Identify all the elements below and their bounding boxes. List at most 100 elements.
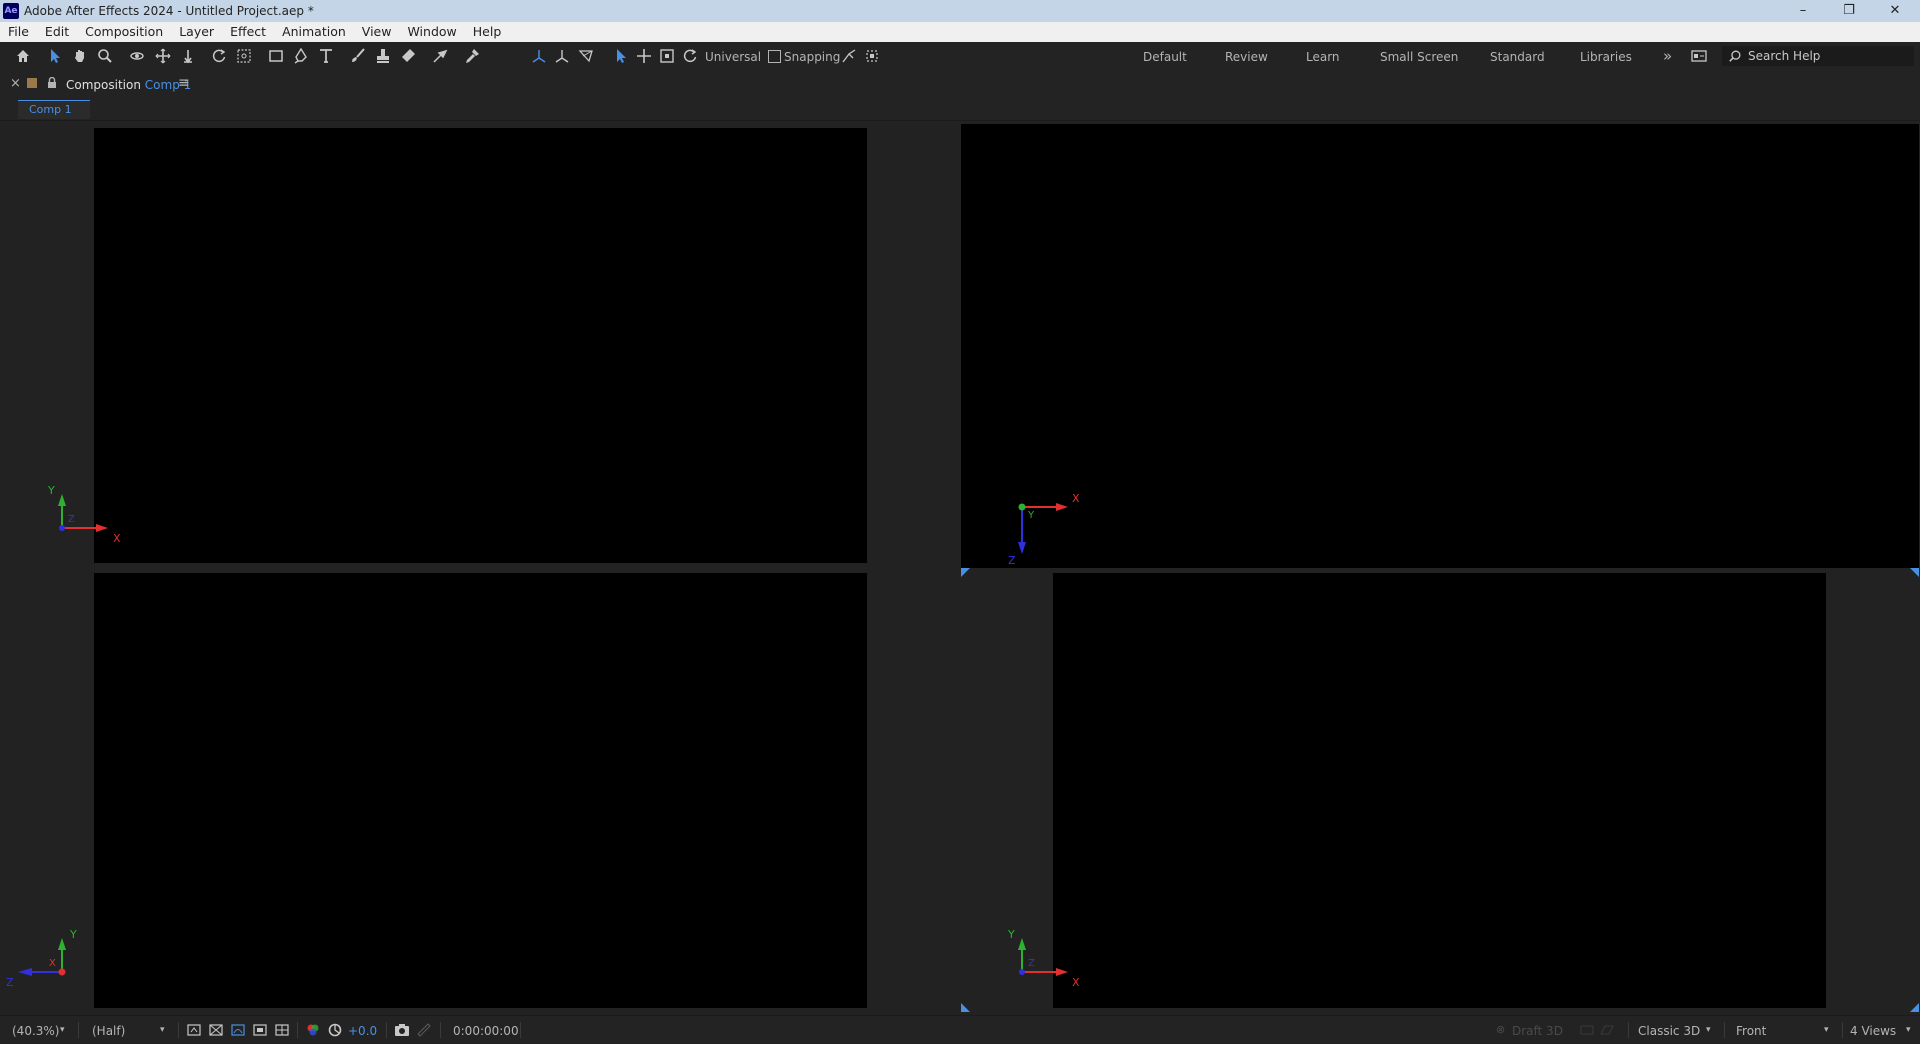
axis-y-label: Y (1008, 928, 1015, 941)
type-tool-icon[interactable] (315, 45, 337, 67)
menu-effect[interactable]: Effect (222, 22, 274, 42)
active-view-corner-bl (961, 1003, 970, 1012)
magnification-dropdown[interactable]: (40.3%) ▾ (8, 1020, 72, 1040)
universal-scale-icon[interactable] (656, 45, 678, 67)
comp-navigator-tab[interactable]: Comp 1 (18, 100, 90, 119)
workspace-panel-icon[interactable] (1688, 45, 1710, 67)
roto-brush-tool-icon[interactable] (429, 45, 451, 67)
menu-file[interactable]: File (0, 22, 37, 42)
workspace-overflow-icon[interactable]: » (1663, 47, 1672, 65)
composition-viewer[interactable]: Y Z X X Y Z Y X Z Y Z X (0, 122, 1920, 1015)
ground-plane-icon[interactable] (1596, 1019, 1618, 1041)
puppet-pin-tool-icon[interactable] (461, 45, 483, 67)
3d-view-dropdown[interactable]: Front ▾ (1730, 1020, 1836, 1040)
draft-3d-icon: ⊗ (1496, 1023, 1506, 1036)
axis-x-label: X (1072, 976, 1080, 989)
lock-icon[interactable] (46, 76, 58, 92)
axis-z-label: Z (6, 976, 14, 989)
pen-tool-icon[interactable] (290, 45, 312, 67)
channel-rgb-icon[interactable] (302, 1019, 324, 1041)
close-window-button[interactable]: ✕ (1872, 0, 1918, 22)
view-bottom-right[interactable] (1053, 573, 1826, 1008)
menu-view[interactable]: View (354, 22, 400, 42)
workspace-standard[interactable]: Standard (1490, 50, 1545, 64)
snap-to-edges-icon[interactable] (861, 45, 883, 67)
maximize-button[interactable]: ❐ (1826, 0, 1872, 22)
search-help-field[interactable]: Search Help (1722, 46, 1914, 66)
menu-composition[interactable]: Composition (77, 22, 171, 42)
dolly-camera-icon[interactable] (177, 45, 199, 67)
menu-window[interactable]: Window (399, 22, 464, 42)
active-view-corner-tl (961, 568, 970, 577)
axis-gizmo-bottom-left: Y X Z (4, 892, 94, 992)
clone-stamp-tool-icon[interactable] (372, 45, 394, 67)
snapshot-camera-icon[interactable] (391, 1019, 413, 1041)
resolution-value: (Half) (92, 1024, 126, 1038)
world-axis-mode-icon[interactable] (551, 45, 573, 67)
axis-x-label: X (49, 958, 56, 969)
snapping-checkbox[interactable] (768, 50, 781, 63)
workspace-default[interactable]: Default (1143, 50, 1187, 64)
brush-tool-icon[interactable] (347, 45, 369, 67)
universal-select-icon[interactable] (610, 45, 632, 67)
view-top-right[interactable] (961, 124, 1919, 568)
composition-tab[interactable]: Composition Comp 1 (66, 78, 191, 92)
eraser-tool-icon[interactable] (397, 45, 419, 67)
renderer-dropdown[interactable]: Classic 3D ▾ (1634, 1020, 1716, 1040)
zoom-tool-icon[interactable] (94, 45, 116, 67)
transparency-grid-icon[interactable] (205, 1019, 227, 1041)
menu-help[interactable]: Help (465, 22, 510, 42)
panel-color-label[interactable] (27, 78, 37, 88)
exposure-reset-icon[interactable] (324, 1019, 346, 1041)
universal-rotate-icon[interactable] (679, 45, 701, 67)
region-of-interest-icon[interactable] (249, 1019, 271, 1041)
menu-animation[interactable]: Animation (274, 22, 354, 42)
local-axis-mode-icon[interactable] (528, 45, 550, 67)
show-snapshot-icon[interactable] (413, 1019, 435, 1041)
current-time-display[interactable]: 0:00:00:00 (453, 1024, 519, 1038)
pan-camera-icon[interactable] (152, 45, 174, 67)
workspace-libraries[interactable]: Libraries (1580, 50, 1632, 64)
menu-bar: File Edit Composition Layer Effect Anima… (0, 22, 1920, 42)
snapping-options-icon[interactable] (838, 45, 860, 67)
mask-visibility-icon[interactable] (227, 1019, 249, 1041)
exposure-value[interactable]: +0.0 (348, 1024, 377, 1038)
rotation-tool-icon[interactable] (208, 45, 230, 67)
workspace-small-screen[interactable]: Small Screen (1380, 50, 1458, 64)
resolution-dropdown[interactable]: (Half) ▾ (88, 1020, 172, 1040)
extended-viewer-icon[interactable] (1576, 1019, 1598, 1041)
menu-layer[interactable]: Layer (171, 22, 222, 42)
title-bar: Ae Adobe After Effects 2024 - Untitled P… (0, 0, 1920, 22)
snapping-label[interactable]: Snapping (784, 50, 840, 64)
view-axis-mode-icon[interactable] (575, 45, 597, 67)
selection-tool-icon[interactable] (44, 45, 66, 67)
viewer-bottom-bar: (40.3%) ▾ (Half) ▾ +0.0 0:00:00:00 ⊗ Dra… (0, 1015, 1920, 1044)
axis-z-label: Z (68, 514, 75, 525)
draft-3d-toggle[interactable]: ⊗ Draft 3D (1492, 1020, 1568, 1040)
workspace-review[interactable]: Review (1225, 50, 1268, 64)
workspace-learn[interactable]: Learn (1306, 50, 1340, 64)
close-panel-icon[interactable]: × (10, 76, 21, 91)
fast-previews-icon[interactable] (183, 1019, 205, 1041)
grid-guides-icon[interactable] (271, 1019, 293, 1041)
divider (520, 1022, 521, 1038)
home-icon[interactable] (12, 45, 34, 67)
hand-tool-icon[interactable] (69, 45, 91, 67)
axis-x-label: X (113, 532, 121, 545)
universal-move-icon[interactable] (633, 45, 655, 67)
composition-navigator: Comp 1 (0, 98, 1920, 121)
renderer-value: Classic 3D (1638, 1024, 1701, 1038)
view-bottom-left[interactable] (94, 573, 867, 1008)
universal-label[interactable]: Universal (705, 50, 761, 64)
menu-edit[interactable]: Edit (37, 22, 77, 42)
anchor-point-tool-icon[interactable] (233, 45, 255, 67)
rectangle-tool-icon[interactable] (265, 45, 287, 67)
orbit-camera-icon[interactable] (126, 45, 148, 67)
view-top-left[interactable] (94, 128, 867, 563)
minimize-button[interactable]: – (1780, 0, 1826, 22)
panel-menu-icon[interactable]: ≡ (178, 75, 190, 91)
axis-y-label: Y (48, 484, 55, 497)
divider (78, 1022, 79, 1038)
view-layout-dropdown[interactable]: 4 Views ▾ (1846, 1020, 1916, 1040)
divider (297, 1022, 298, 1038)
